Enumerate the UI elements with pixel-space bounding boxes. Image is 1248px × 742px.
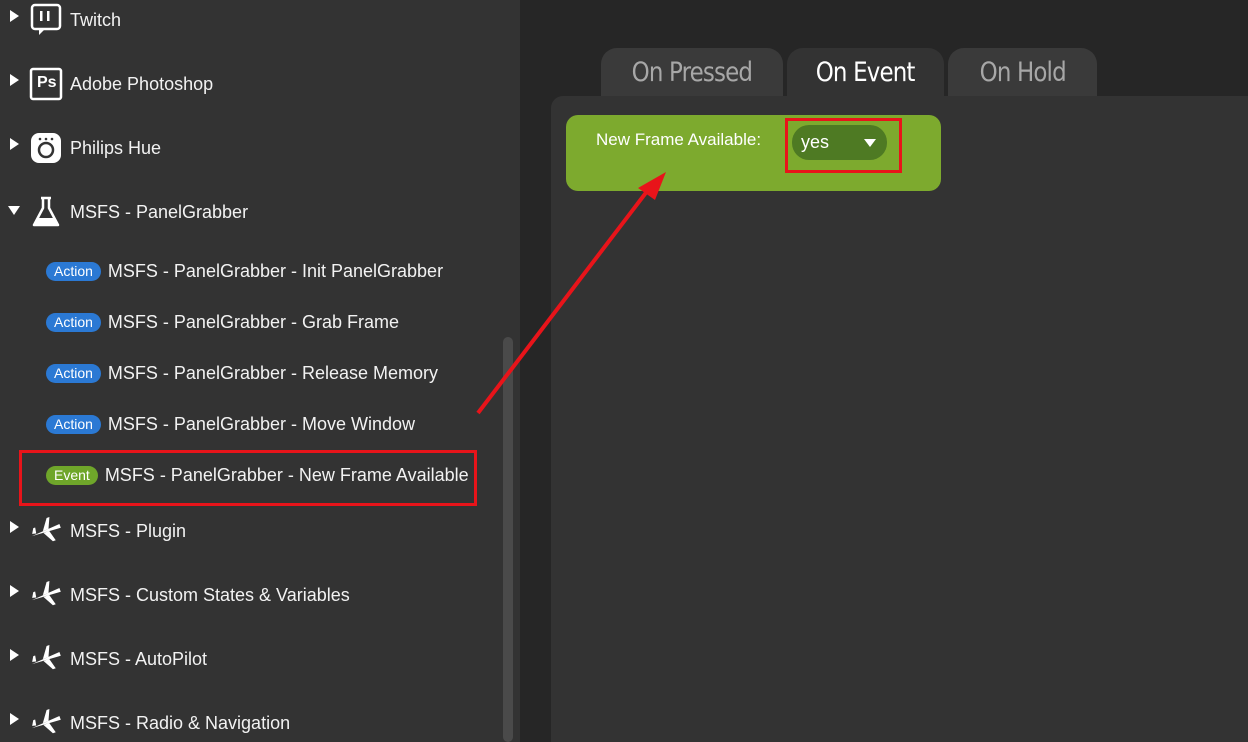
category-label: MSFS - Plugin [70,521,187,541]
tab-label: On Pressed [631,56,753,88]
chevron-right-icon[interactable] [8,713,20,725]
chevron-right-icon[interactable] [8,10,20,22]
sidebar: Twitch Ps Adobe Photoshop Philips Hue MS… [0,0,520,742]
airplane-icon [29,514,63,548]
category-label: Adobe Photoshop [70,74,214,94]
category-label: Twitch [70,10,122,30]
list-item-label: MSFS - PanelGrabber - Grab Frame [107,311,400,332]
action-badge: Action [46,414,101,434]
photoshop-icon: Ps [29,67,63,101]
twitch-icon [29,3,63,37]
list-item-label: MSFS - PanelGrabber - Init PanelGrabber [107,260,444,281]
list-item-label: MSFS - PanelGrabber - Release Memory [107,362,439,383]
philips-hue-icon [29,131,63,165]
category-label: MSFS - Radio & Navigation [70,713,291,733]
airplane-icon [29,706,63,740]
chevron-right-icon[interactable] [8,521,20,533]
flask-icon [29,195,63,229]
action-badge: Action [46,312,101,332]
list-item-label: MSFS - PanelGrabber - Move Window [107,413,416,434]
airplane-icon [29,578,63,612]
chevron-right-icon[interactable] [8,585,20,597]
action-badge: Action [46,363,101,383]
tab-on-hold[interactable]: On Hold [948,48,1097,96]
list-item-grab-frame[interactable]: Action MSFS - PanelGrabber - Grab Frame [46,309,399,335]
photoshop-icon-text: Ps [37,74,57,91]
annotation-highlight-dropdown [785,118,902,173]
annotation-highlight-event-item [19,450,477,506]
action-badge: Action [46,261,101,281]
chevron-right-icon[interactable] [8,649,20,661]
tab-on-pressed[interactable]: On Pressed [601,48,783,96]
chevron-right-icon[interactable] [8,138,20,150]
list-item-init-panelgrabber[interactable]: Action MSFS - PanelGrabber - Init PanelG… [46,258,443,284]
chevron-down-icon[interactable] [8,204,20,216]
tab-label: On Event [816,56,916,88]
tab-content-area [551,96,1248,742]
airplane-icon [29,642,63,676]
tab-label: On Hold [979,56,1066,88]
event-field-label: New Frame Available: [596,130,762,149]
sidebar-scrollbar[interactable] [503,337,513,742]
chevron-right-icon[interactable] [8,74,20,86]
tab-on-event[interactable]: On Event [787,48,944,96]
category-label: MSFS - AutoPilot [70,649,208,669]
list-item-move-window[interactable]: Action MSFS - PanelGrabber - Move Window [46,411,415,437]
category-label: MSFS - Custom States & Variables [70,585,350,605]
category-label: MSFS - PanelGrabber [70,202,249,222]
list-item-release-memory[interactable]: Action MSFS - PanelGrabber - Release Mem… [46,360,438,386]
category-label: Philips Hue [70,138,162,158]
